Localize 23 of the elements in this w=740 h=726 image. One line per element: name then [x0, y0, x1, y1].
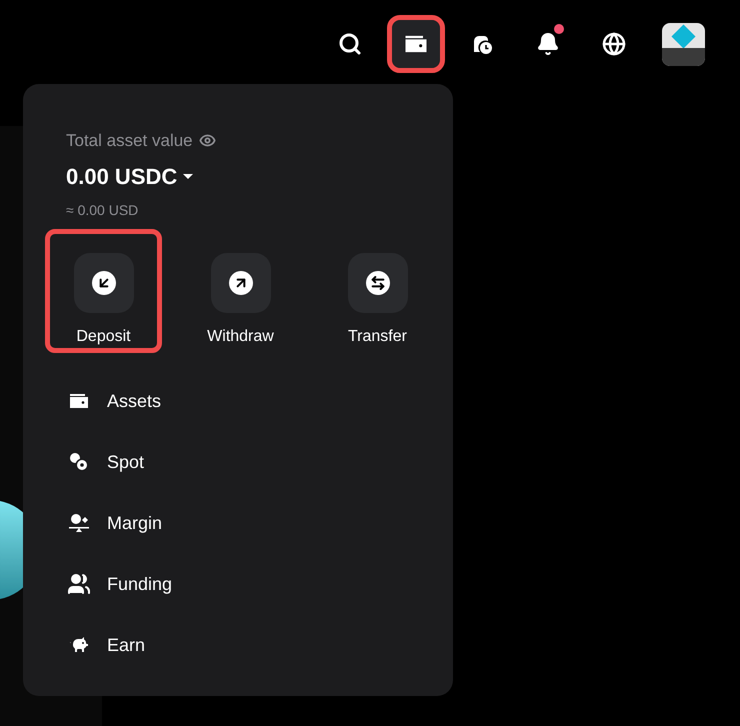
deposit-button[interactable]: Deposit — [47, 230, 160, 350]
deposit-icon — [92, 270, 116, 294]
avatar-button[interactable] — [662, 22, 705, 66]
wallet-button[interactable] — [392, 20, 440, 68]
scale-icon — [67, 511, 91, 535]
transfer-icon — [366, 270, 390, 294]
withdraw-icon — [228, 270, 252, 294]
eye-icon[interactable] — [198, 132, 216, 150]
users-icon — [67, 572, 91, 596]
menu-item[interactable]: Assets — [23, 370, 453, 432]
withdraw-button[interactable]: Withdraw — [184, 230, 297, 350]
bell-icon — [536, 32, 560, 56]
menu-item[interactable]: Margin — [23, 492, 453, 554]
total-asset-label: Total asset value — [66, 130, 193, 152]
caret-icon[interactable] — [183, 174, 194, 178]
menu-item[interactable]: Earn — [23, 614, 453, 676]
transfer-button[interactable]: Transfer — [321, 230, 434, 350]
globe-icon — [602, 32, 626, 56]
menu-item[interactable]: Funding — [23, 554, 453, 614]
fiat-value: ≈ 0.00 USD — [66, 202, 138, 218]
search-icon — [338, 32, 362, 56]
menu-item[interactable]: Spot — [23, 432, 453, 492]
asset-amount: 0.00 USDC — [66, 162, 178, 190]
